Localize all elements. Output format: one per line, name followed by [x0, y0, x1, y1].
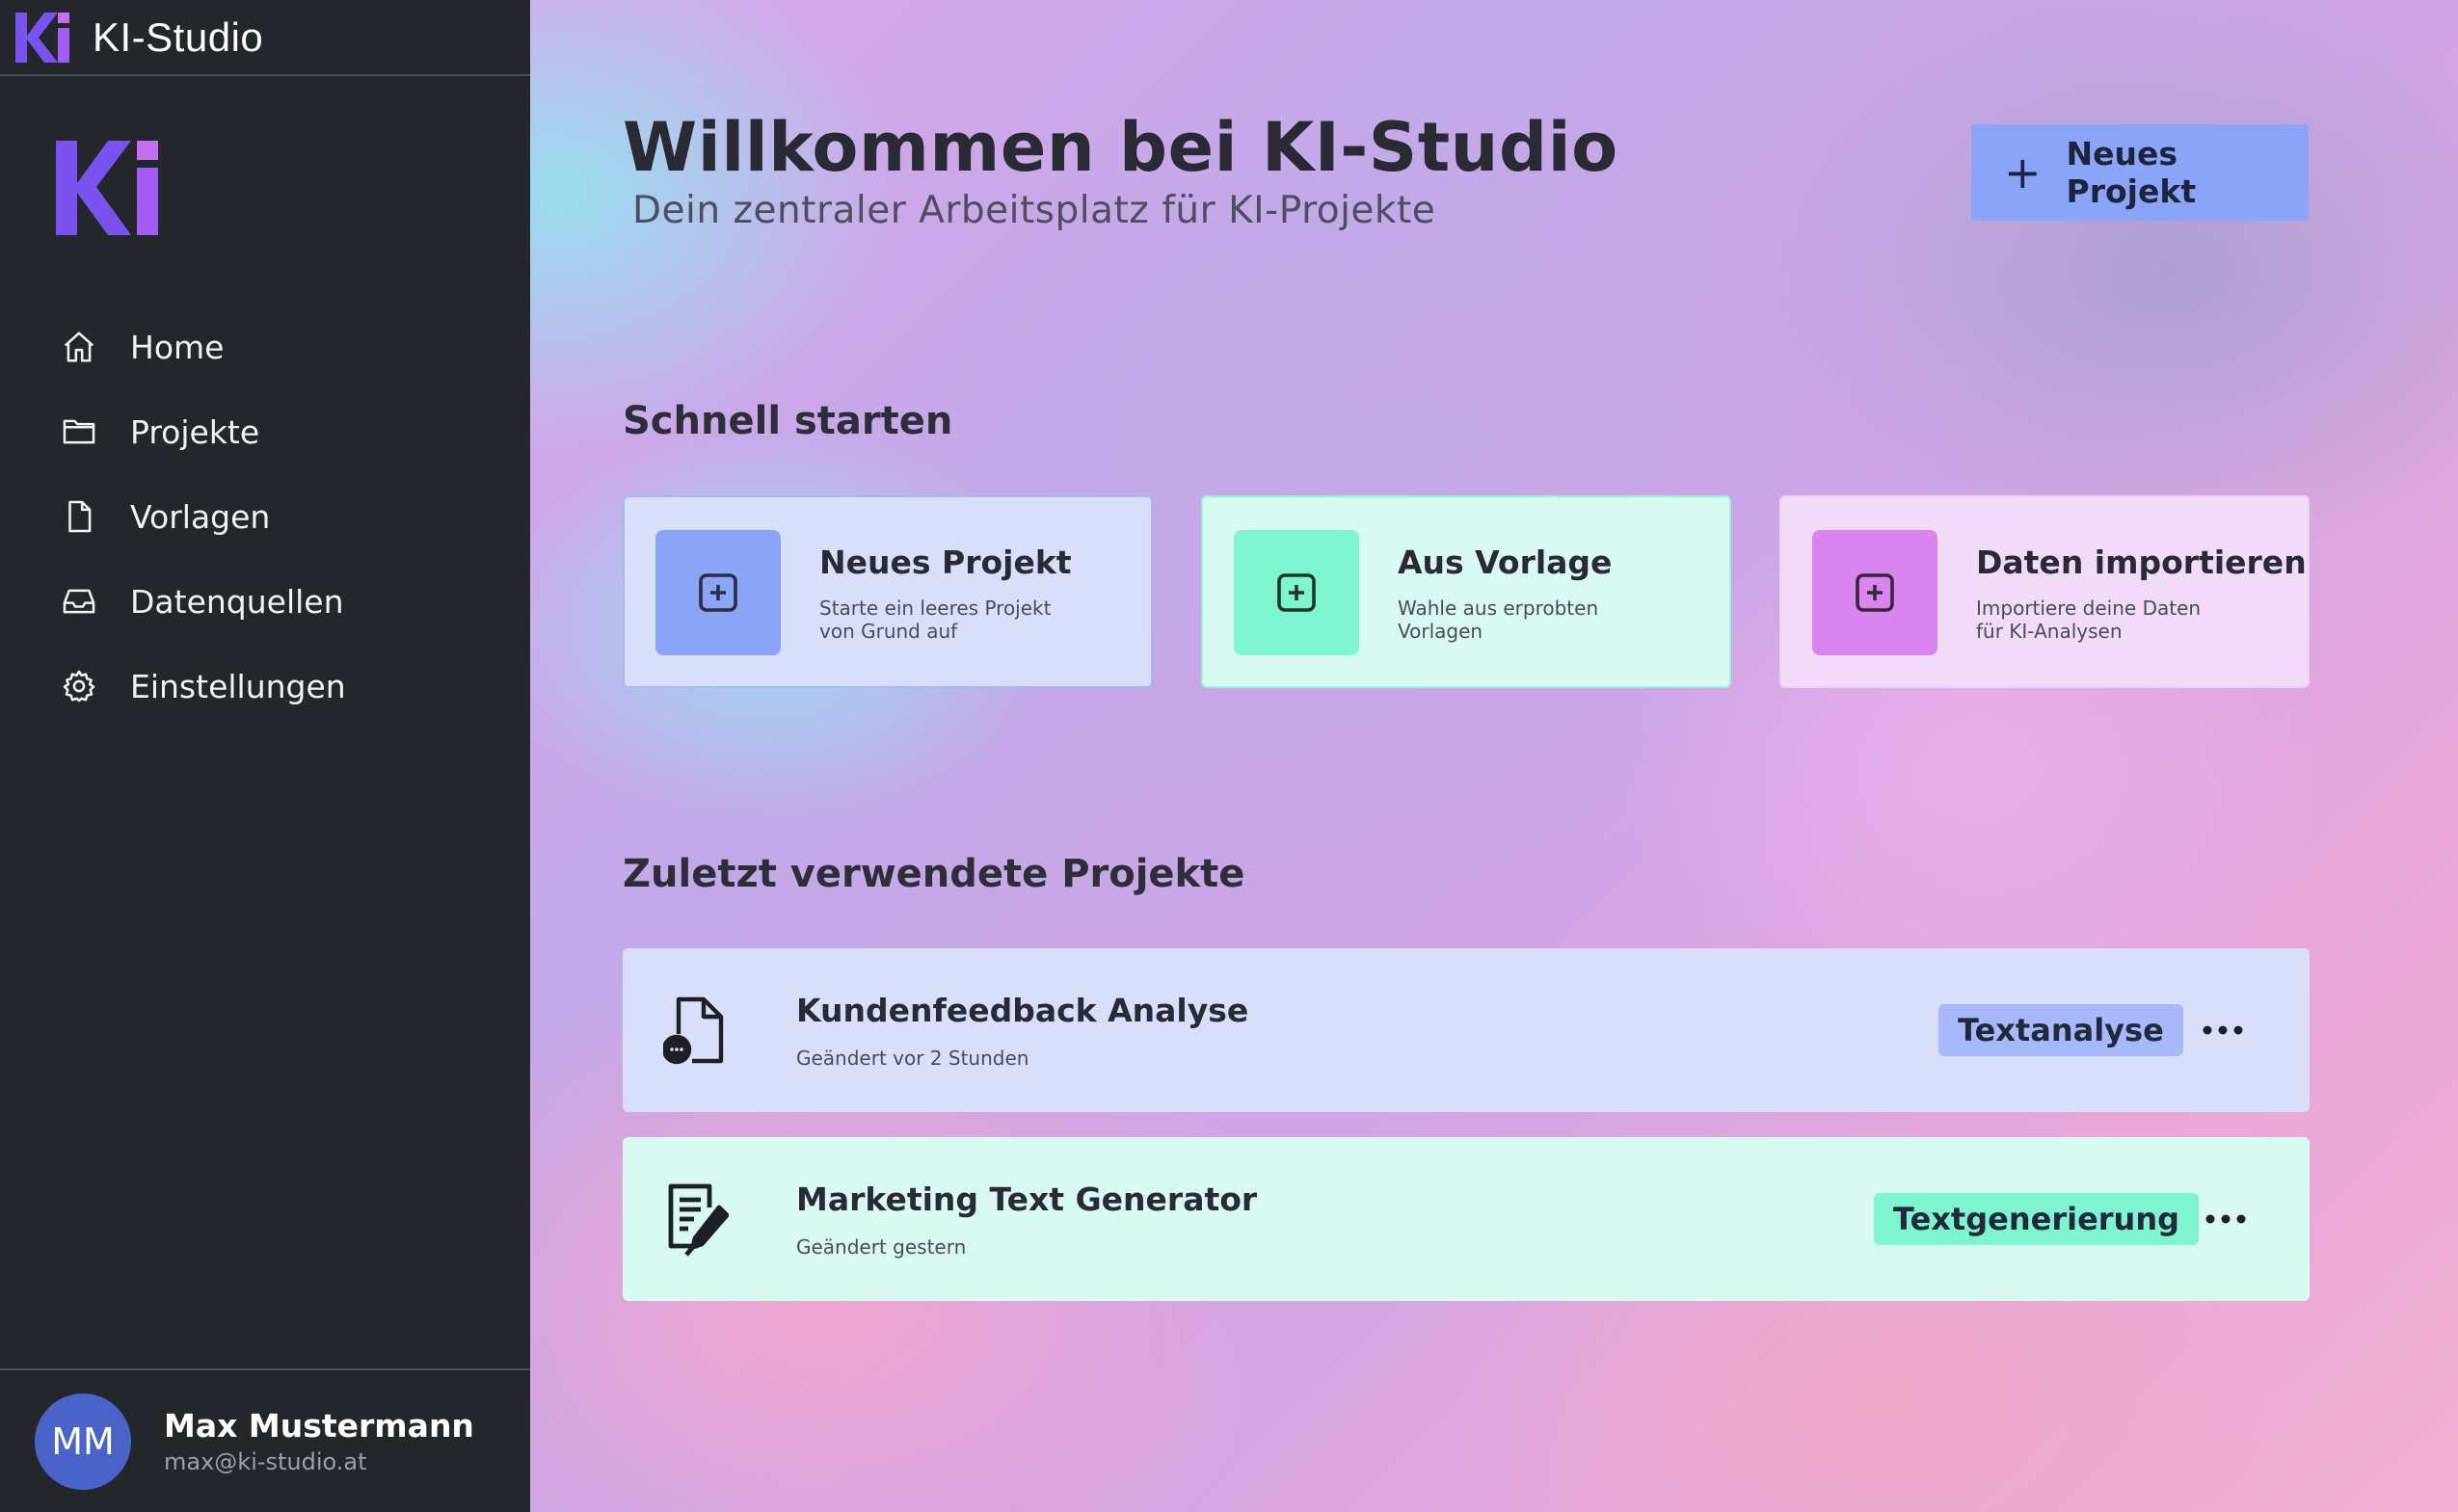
user-email: max@ki-studio.at [164, 1448, 367, 1475]
quick-start-card-text: Neues Projekt Starte ein leeres Projekt … [819, 544, 1072, 643]
project-row[interactable]: Marketing Text Generator Geändert gester… [623, 1137, 2310, 1301]
sidebar-item-label: Home [130, 328, 225, 366]
sidebar: KI-Studio Home Projekte Vorlagen Datenqu… [0, 0, 530, 1512]
add-square-icon [1812, 530, 1937, 655]
quick-start-card-text: Aus Vorlage Wahle aus erprobten Vorlagen [1398, 544, 1648, 643]
quick-start-import-card[interactable]: Daten importieren Importiere deine Daten… [1779, 495, 2310, 688]
quick-start-title: Schnell starten [623, 399, 953, 443]
description-line: Importiere deine Daten [1976, 597, 2202, 620]
sidebar-item-label: Vorlagen [130, 497, 271, 536]
user-name: Max Mustermann [164, 1407, 474, 1445]
user-info: Max Mustermann max@ki-studio.at [164, 1407, 474, 1475]
ki-logo-icon[interactable] [15, 11, 71, 65]
quick-start-card-title: Aus Vorlage [1398, 544, 1613, 581]
file-comment-icon [661, 992, 729, 1069]
sidebar-item-label: Projekte [130, 412, 260, 451]
add-square-icon [655, 530, 781, 655]
quick-start-card-text: Daten importieren Importiere deine Daten… [1976, 544, 2307, 643]
gear-icon [60, 667, 98, 705]
quick-start-template-card[interactable]: Aus Vorlage Wahle aus erprobten Vorlagen [1201, 495, 1731, 688]
app-title: KI-Studio [93, 13, 264, 60]
folder-icon [60, 412, 98, 451]
quick-start-card-description: Starte ein leeres Projekt von Grund auf [819, 597, 1070, 643]
more-options-icon[interactable] [2194, 1006, 2252, 1054]
project-row[interactable]: Kundenfeedback Analyse Geändert vor 2 St… [623, 948, 2310, 1112]
project-tag-badge: Textgenerierung [1874, 1193, 2200, 1245]
user-profile[interactable]: MM Max Mustermann max@ki-studio.at [0, 1368, 530, 1512]
new-project-button[interactable]: + Neues Projekt [1971, 124, 2309, 221]
quick-start-card-title: Neues Projekt [819, 544, 1072, 581]
quick-start-card-title: Daten importieren [1976, 544, 2307, 581]
more-options-icon[interactable] [2197, 1195, 2255, 1243]
sidebar-item-einstellungen[interactable]: Einstellungen [0, 644, 530, 729]
project-title: Marketing Text Generator [796, 1180, 1258, 1218]
description-line: Wahle aus erprobten [1398, 597, 1599, 620]
description-line: von Grund auf [819, 620, 958, 643]
recent-projects-title: Zuletzt verwendete Projekte [623, 852, 1245, 896]
quick-start-card-description: Importiere deine Daten für KI-Analysen [1976, 597, 2227, 643]
plus-icon: + [2004, 146, 2042, 199]
project-modified: Geändert gestern [796, 1234, 967, 1259]
project-modified: Geändert vor 2 Stunden [796, 1046, 1029, 1070]
new-project-button-label: Neues Projekt [2066, 135, 2197, 210]
sidebar-nav: Home Projekte Vorlagen Datenquellen Eins… [0, 305, 530, 729]
project-title: Kundenfeedback Analyse [796, 991, 1249, 1029]
description-line: für KI-Analysen [1976, 620, 2123, 643]
file-icon [60, 497, 98, 536]
quick-start-card-description: Wahle aus erprobten Vorlagen [1398, 597, 1648, 643]
document-edit-icon [661, 1180, 729, 1258]
sidebar-header: KI-Studio [0, 0, 530, 76]
avatar[interactable]: MM [35, 1393, 131, 1490]
description-line: Vorlagen [1398, 620, 1483, 643]
inbox-icon [60, 582, 98, 621]
project-tag-badge: Textanalyse [1938, 1004, 2183, 1056]
ki-logo-large [56, 139, 160, 237]
description-line: Starte ein leeres Projekt [819, 597, 1052, 620]
add-square-icon [1234, 530, 1359, 655]
sidebar-item-vorlagen[interactable]: Vorlagen [0, 474, 530, 559]
sidebar-item-label: Datenquellen [130, 582, 344, 621]
page-title: Willkommen bei KI-Studio [623, 108, 1618, 187]
page-subtitle: Dein zentraler Arbeitsplatz für KI-Proje… [632, 189, 1436, 232]
sidebar-item-home[interactable]: Home [0, 305, 530, 389]
project-text: Marketing Text Generator Geändert gester… [796, 1180, 1257, 1259]
sidebar-item-label: Einstellungen [130, 667, 346, 705]
home-icon [60, 328, 98, 366]
project-text: Kundenfeedback Analyse Geändert vor 2 St… [796, 992, 1248, 1070]
sidebar-item-projekte[interactable]: Projekte [0, 389, 530, 474]
quick-start-new-project-card[interactable]: Neues Projekt Starte ein leeres Projekt … [623, 495, 1153, 688]
main-content: Willkommen bei KI-Studio Dein zentraler … [530, 0, 2458, 1512]
sidebar-item-datenquellen[interactable]: Datenquellen [0, 559, 530, 644]
